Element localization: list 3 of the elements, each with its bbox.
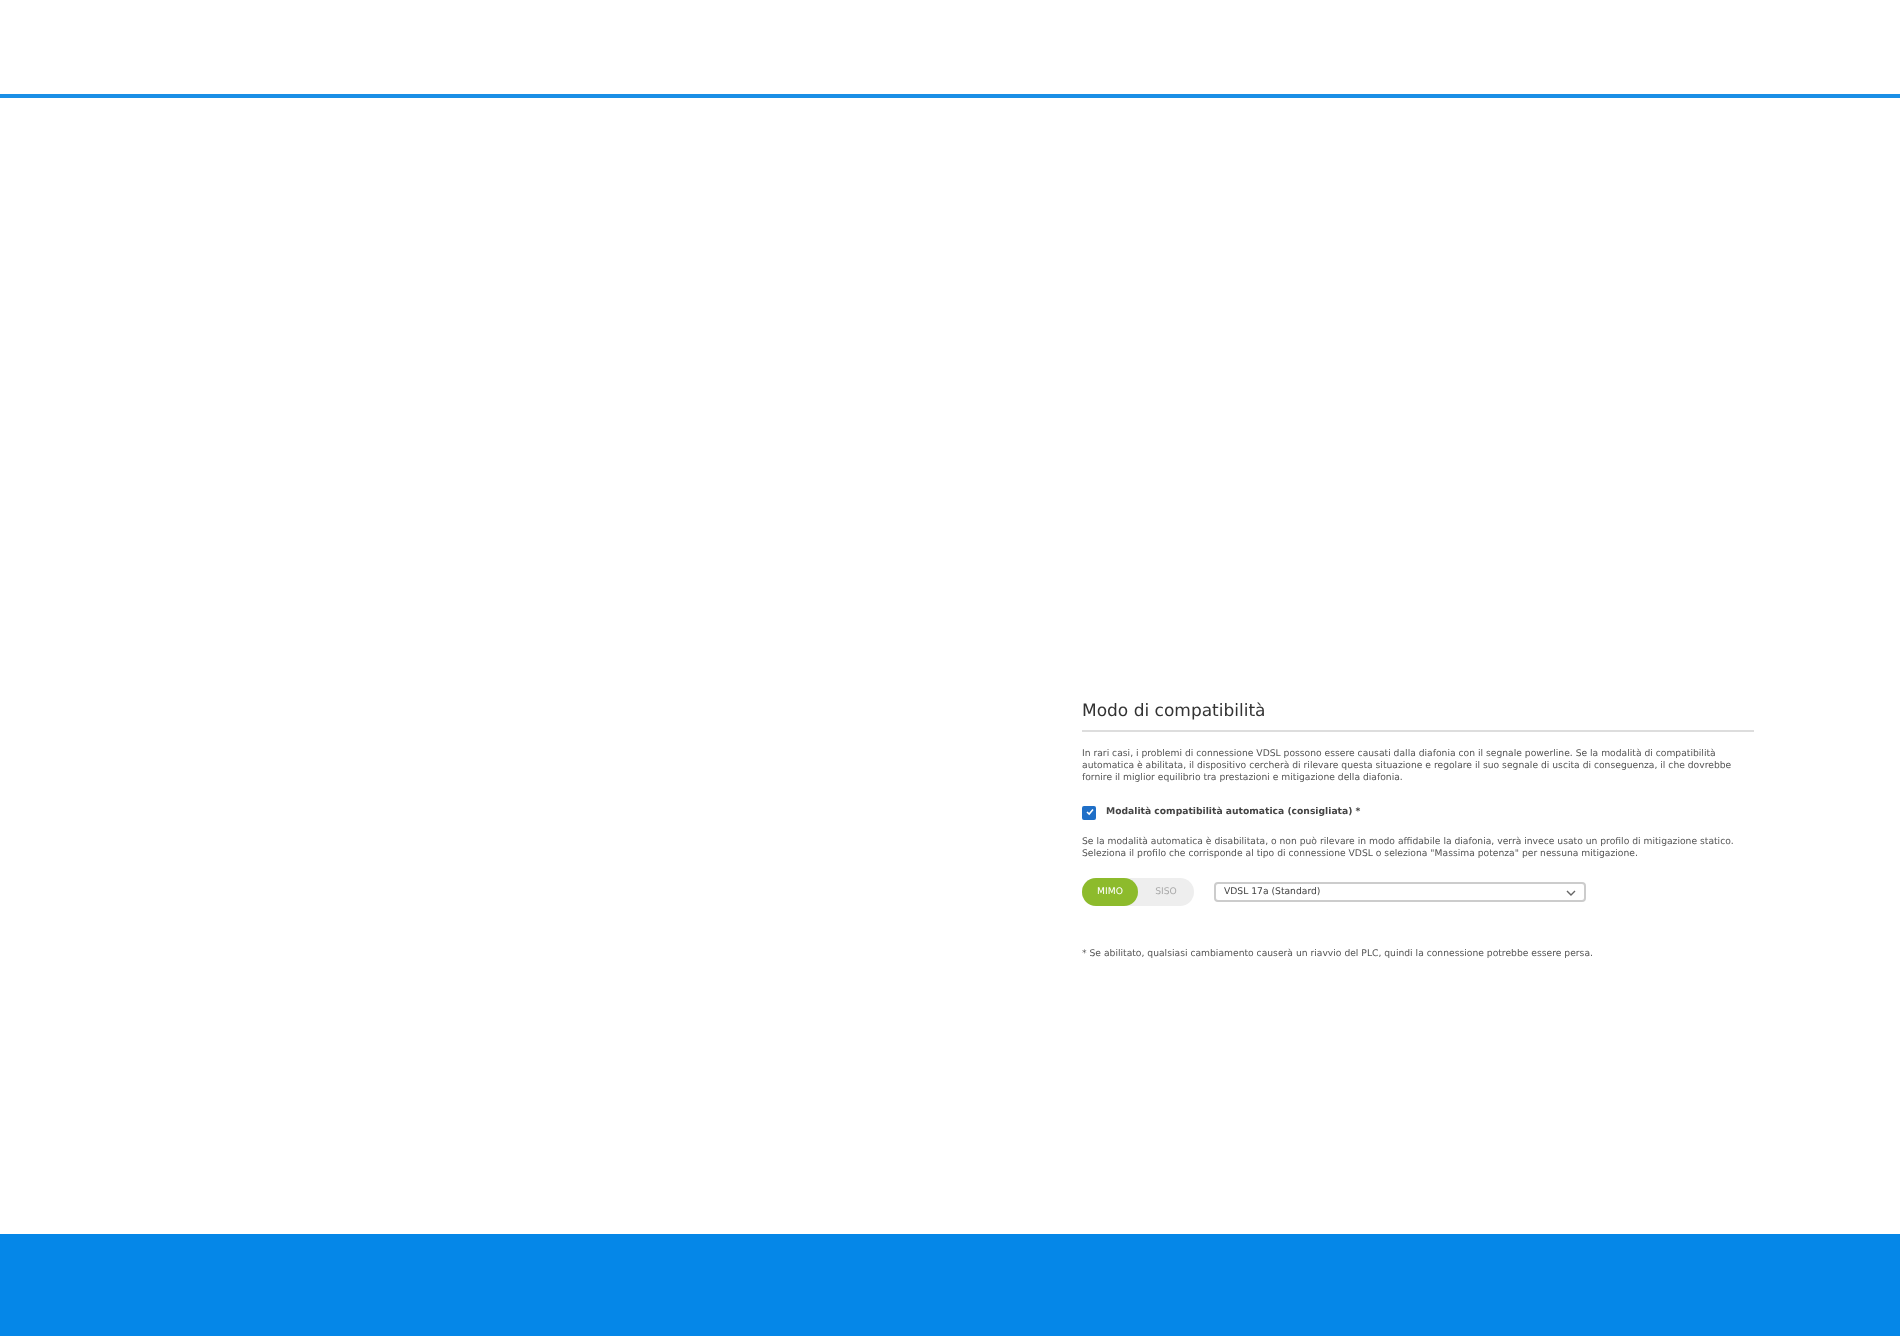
auto-mode-checkbox[interactable] (1082, 805, 1096, 820)
chevron-down-icon (1566, 889, 1576, 896)
section-title: Modo di compatibilità (1082, 702, 1754, 732)
